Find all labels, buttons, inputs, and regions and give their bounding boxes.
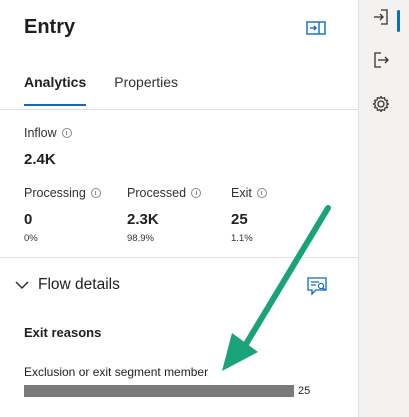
- inflow-label: Inflow: [24, 126, 72, 140]
- exit-reasons-heading: Exit reasons: [24, 325, 102, 340]
- flow-details-title: Flow details: [38, 276, 120, 293]
- section-divider: [0, 257, 359, 258]
- tab-analytics[interactable]: Analytics: [24, 74, 87, 106]
- info-icon[interactable]: [90, 188, 101, 198]
- processing-label-text: Processing: [24, 186, 86, 200]
- processed-value: 2.3K: [127, 211, 159, 228]
- sign-in-icon[interactable]: [370, 6, 392, 28]
- details-panel: Entry Analytics Properties Inflow 2.4K P…: [0, 0, 359, 417]
- tab-properties[interactable]: Properties: [114, 74, 178, 106]
- gear-icon[interactable]: [370, 93, 392, 115]
- search-chat-icon[interactable]: [306, 276, 328, 296]
- processed-label: Processed: [127, 186, 202, 200]
- processing-value: 0: [24, 211, 33, 228]
- active-rail-indicator: [397, 10, 400, 32]
- processing-percent: 0%: [24, 233, 38, 244]
- flow-details-toggle[interactable]: Flow details: [14, 276, 120, 294]
- tab-list: Analytics Properties: [24, 74, 206, 106]
- processed-percent: 98.9%: [127, 233, 154, 244]
- exit-percent: 1.1%: [231, 233, 253, 244]
- inflow-label-text: Inflow: [24, 126, 57, 140]
- processing-label: Processing: [24, 186, 101, 200]
- exit-value: 25: [231, 211, 248, 228]
- exit-label-text: Exit: [231, 186, 252, 200]
- tabs-divider: [0, 109, 359, 110]
- processed-label-text: Processed: [127, 186, 187, 200]
- info-icon[interactable]: [256, 188, 267, 198]
- inflow-value: 2.4K: [24, 151, 56, 168]
- info-icon[interactable]: [191, 188, 202, 198]
- exit-reason-bar: [24, 385, 294, 397]
- panel-title: Entry: [24, 16, 76, 38]
- info-icon[interactable]: [61, 128, 72, 138]
- sign-out-icon[interactable]: [370, 49, 392, 71]
- exit-reason-label: Exclusion or exit segment member: [24, 365, 209, 379]
- collapse-panel-icon[interactable]: [306, 19, 326, 37]
- exit-reason-count: 25: [298, 385, 311, 397]
- exit-label: Exit: [231, 186, 267, 200]
- chevron-down-icon: [15, 281, 29, 290]
